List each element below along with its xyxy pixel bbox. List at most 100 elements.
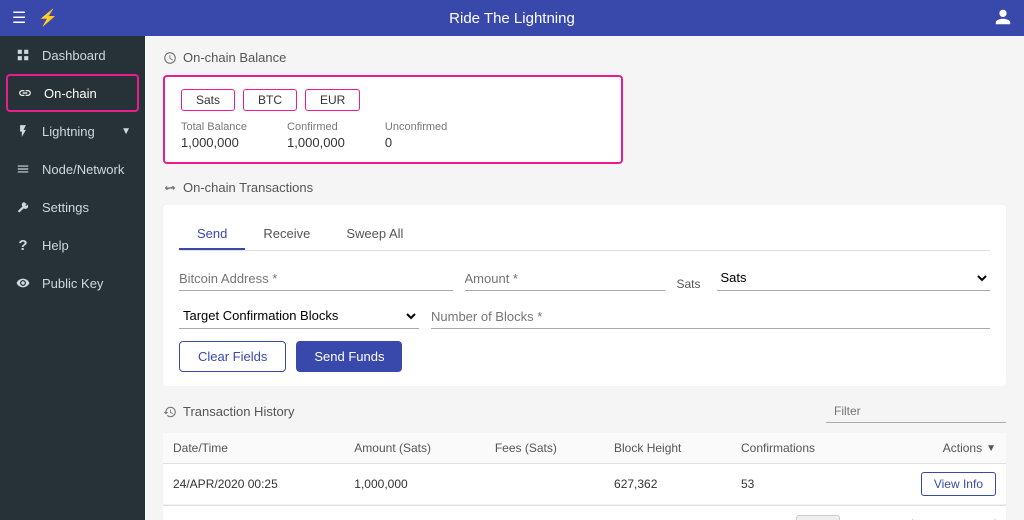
col-blockheight: Block Height xyxy=(604,433,731,464)
view-info-button[interactable]: View Info xyxy=(921,472,996,496)
col-fees: Fees (Sats) xyxy=(485,433,604,464)
balance-tabs: Sats BTC EUR xyxy=(181,89,605,111)
amount-input[interactable] xyxy=(465,267,665,291)
col-datetime: Date/Time xyxy=(163,433,344,464)
sidebar-label-lightning: Lightning xyxy=(42,124,95,139)
content-area: On-chain Balance Sats BTC EUR Total Bala… xyxy=(145,36,1024,520)
per-page-select[interactable]: 10 25 50 xyxy=(796,515,840,520)
tab-sweep-all[interactable]: Sweep All xyxy=(328,219,421,250)
balance-tab-btc[interactable]: BTC xyxy=(243,89,297,111)
sidebar-label-settings: Settings xyxy=(42,200,89,215)
history-table-body: 24/APR/2020 00:25 1,000,000 627,362 53 V… xyxy=(163,464,1006,505)
balance-tab-eur[interactable]: EUR xyxy=(305,89,360,111)
pagination: Transactions per page: 10 25 50 1 – 1 of… xyxy=(163,505,1006,520)
bitcoin-address-field xyxy=(179,267,453,291)
eye-icon xyxy=(14,274,32,292)
balance-box: Sats BTC EUR Total Balance 1,000,000 Con… xyxy=(163,75,623,164)
history-table-head: Date/Time Amount (Sats) Fees (Sats) Bloc… xyxy=(163,433,1006,464)
unit-select[interactable]: Sats BTC EUR xyxy=(717,265,991,291)
table-row: 24/APR/2020 00:25 1,000,000 627,362 53 V… xyxy=(163,464,1006,505)
sidebar-item-lightning[interactable]: Lightning ▼ xyxy=(0,112,145,150)
confirmed-value: 1,000,000 xyxy=(287,135,345,150)
transactions-header-label: On-chain Transactions xyxy=(183,180,313,195)
cell-actions: View Info xyxy=(868,464,1006,505)
topbar: ☰ ⚡ Ride The Lightning xyxy=(0,0,1024,36)
sidebar-item-help[interactable]: ? Help xyxy=(0,226,145,264)
total-balance-label: Total Balance xyxy=(181,121,247,133)
main-layout: Dashboard On-chain Lightning ▼ Node/Netw… xyxy=(0,36,1024,520)
link-icon xyxy=(16,84,34,102)
filter-container xyxy=(826,400,1006,423)
bitcoin-address-input[interactable] xyxy=(179,267,453,291)
cell-amount: 1,000,000 xyxy=(344,464,485,505)
confirmed-col: Confirmed 1,000,000 xyxy=(287,121,345,150)
col-confirmations: Confirmations xyxy=(731,433,868,464)
sidebar-label-dashboard: Dashboard xyxy=(42,48,106,63)
history-label: Transaction History xyxy=(183,404,295,419)
transactions-section-header: On-chain Transactions xyxy=(163,180,1006,195)
total-balance-value: 1,000,000 xyxy=(181,135,247,150)
last-page-button[interactable]: ▶| xyxy=(978,514,1002,520)
lightning-icon: ⚡ xyxy=(38,8,58,28)
balance-header-label: On-chain Balance xyxy=(183,50,286,65)
topbar-left: ☰ ⚡ xyxy=(12,8,58,28)
cell-fees xyxy=(485,464,604,505)
unconfirmed-label: Unconfirmed xyxy=(385,121,447,133)
address-amount-row: Sats Sats BTC EUR xyxy=(179,265,990,291)
cell-blockheight: 627,362 xyxy=(604,464,731,505)
transaction-tabs: Send Receive Sweep All xyxy=(179,219,990,251)
target-confirmation-field: Target Confirmation Blocks xyxy=(179,303,419,329)
confirmation-row: Target Confirmation Blocks xyxy=(179,303,990,329)
menu-icon[interactable]: ☰ xyxy=(12,8,26,28)
sidebar: Dashboard On-chain Lightning ▼ Node/Netw… xyxy=(0,36,145,520)
sidebar-item-dashboard[interactable]: Dashboard xyxy=(0,36,145,74)
actions-label: Actions xyxy=(943,441,982,455)
history-section-header: Transaction History xyxy=(163,400,1006,423)
sidebar-label-onchain: On-chain xyxy=(44,86,97,101)
bars-icon xyxy=(14,160,32,178)
history-icon xyxy=(163,405,177,419)
sidebar-item-settings[interactable]: Settings xyxy=(0,188,145,226)
balance-values: Total Balance 1,000,000 Confirmed 1,000,… xyxy=(181,121,605,150)
tab-receive[interactable]: Receive xyxy=(245,219,328,250)
col-amount: Amount (Sats) xyxy=(344,433,485,464)
wrench-icon xyxy=(14,198,32,216)
prev-page-button[interactable]: ◀ xyxy=(932,514,953,520)
unconfirmed-value: 0 xyxy=(385,135,447,150)
history-table: Date/Time Amount (Sats) Fees (Sats) Bloc… xyxy=(163,433,1006,505)
cell-datetime: 24/APR/2020 00:25 xyxy=(163,464,344,505)
target-confirmation-select[interactable]: Target Confirmation Blocks xyxy=(179,303,419,329)
topbar-right xyxy=(994,8,1012,29)
history-title: Transaction History xyxy=(163,404,295,419)
user-icon[interactable] xyxy=(994,8,1012,29)
action-buttons: Clear Fields Send Funds xyxy=(179,341,990,372)
page-nav: |◀ ◀ ▶ ▶| xyxy=(906,514,1002,520)
clear-fields-button[interactable]: Clear Fields xyxy=(179,341,286,372)
amount-field xyxy=(465,267,665,291)
amount-unit-label: Sats xyxy=(677,277,701,291)
balance-section-header: On-chain Balance xyxy=(163,50,1006,65)
next-page-button[interactable]: ▶ xyxy=(955,514,976,520)
tab-send[interactable]: Send xyxy=(179,219,245,250)
confirmed-label: Confirmed xyxy=(287,121,345,133)
transactions-box: Send Receive Sweep All Sats Sats BTC EUR xyxy=(163,205,1006,386)
sidebar-item-nodenetwork[interactable]: Node/Network xyxy=(0,150,145,188)
transactions-icon xyxy=(163,181,177,195)
app-title: Ride The Lightning xyxy=(449,10,575,27)
bolt-icon xyxy=(14,122,32,140)
balance-tab-sats[interactable]: Sats xyxy=(181,89,235,111)
number-of-blocks-input[interactable] xyxy=(431,305,990,329)
first-page-button[interactable]: |◀ xyxy=(906,514,930,520)
question-icon: ? xyxy=(14,236,32,254)
cell-confirmations: 53 xyxy=(731,464,868,505)
number-of-blocks-field xyxy=(431,305,990,329)
sidebar-item-publickey[interactable]: Public Key xyxy=(0,264,145,302)
send-funds-button[interactable]: Send Funds xyxy=(296,341,402,372)
sidebar-item-onchain[interactable]: On-chain xyxy=(6,74,139,112)
col-actions: Actions ▼ xyxy=(868,433,1006,464)
filter-input[interactable] xyxy=(826,400,1006,423)
sidebar-label-nodenetwork: Node/Network xyxy=(42,162,124,177)
unconfirmed-col: Unconfirmed 0 xyxy=(385,121,447,150)
sidebar-label-publickey: Public Key xyxy=(42,276,103,291)
balance-icon xyxy=(163,51,177,65)
